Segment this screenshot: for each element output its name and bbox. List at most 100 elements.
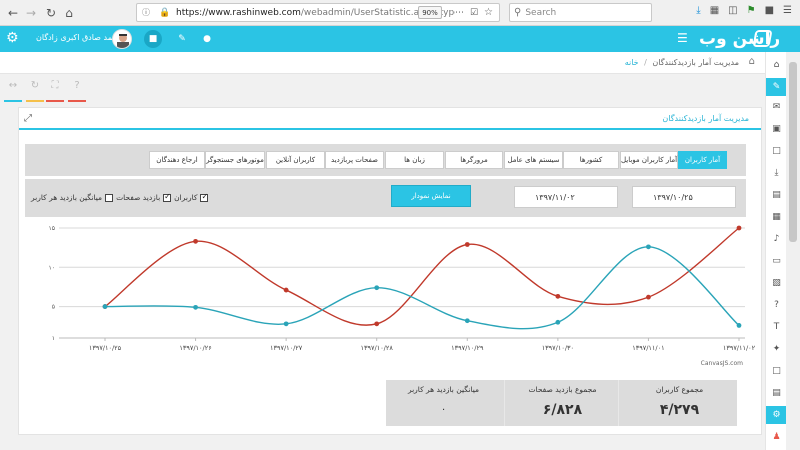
series-line-0 [104,227,740,326]
tab-mobile-users[interactable]: آمار کاربران موبایل [620,151,678,169]
data-point [193,304,198,310]
data-point [102,304,108,309]
tab-search-engines[interactable]: موتورهای جستجوگر [205,151,265,169]
tool-bar-blue [4,100,22,102]
url-bar[interactable]: ⓘ 🔒 https://www.rashinweb.com/webadmin/U… [136,3,500,22]
tab-online-users[interactable]: کاربران آنلاین [266,151,325,169]
sidebar-book-icon[interactable]: ▧ [766,274,787,292]
data-point [646,294,651,300]
tab-countries[interactable]: کشورها [563,151,619,169]
series-line-1 [104,246,740,330]
data-point [374,285,380,291]
expand-icon[interactable]: ⤢ [24,113,32,124]
tool-bar-red-2 [68,100,86,102]
messages-icon[interactable]: ■ [144,30,162,48]
sidebar-save-icon[interactable]: ▤ [766,186,787,204]
panel-tools: ↔ ↻ ⛶ ? [0,74,765,104]
x-tick-label: ۱۳۹۷/۱۰/۲۷ [270,344,303,352]
sidebar-calendar-icon[interactable]: ▦ [766,208,787,226]
avatar[interactable] [112,29,132,49]
x-tick-label: ۱۳۹۷/۱۰/۲۸ [361,344,394,352]
stat-value: ۶/۸۲۸ [542,402,583,418]
notifications-icon[interactable]: ✎ [173,30,191,48]
y-tick-label: ۵ [52,304,55,311]
back-icon[interactable]: ← [4,4,22,22]
info-icon[interactable]: ⓘ [142,7,150,18]
sidebar-text-icon[interactable]: T [766,318,787,336]
hamburger-menu-icon[interactable]: ☰ [783,5,792,16]
x-tick-label: ۱۳۹۷/۱۰/۳۰ [542,344,574,352]
data-point [464,318,470,324]
right-sidebar: ⌂ ✎ ✉ ▣ □ ⤓ ▤ ▦ ♪ ▭ ▧ ? T ✦ □ ▤ ⚙ ♟ [765,52,787,450]
checkbox-users[interactable] [200,192,209,202]
library-icon[interactable]: ▦ [710,5,719,16]
reload-icon[interactable]: ↻ [42,4,60,22]
refresh-tool-icon[interactable]: ↻ [26,80,44,102]
sidebar-user-icon[interactable]: ♟ [766,428,787,446]
sidebar-volume-icon[interactable]: ♪ [766,230,787,248]
sidebar-monitor-icon[interactable]: ▭ [766,252,787,270]
lock-icon: 🔒 [159,7,171,18]
checkbox-pageviews[interactable] [163,192,172,202]
tab-users[interactable]: آمار کاربران [678,151,727,169]
browser-toolbar: ← → ↻ ⌂ ⓘ 🔒 https://www.rashinweb.com/we… [0,0,800,26]
date-to-input[interactable]: ۱۳۹۷/۱۱/۰۲ [514,186,618,208]
tab-languages[interactable]: زبان ها [385,151,444,169]
data-point [283,321,289,327]
chart-credit[interactable]: CanvasJS.com [701,360,743,367]
more-icon[interactable]: ⋯ [455,8,464,18]
tab-operating-systems[interactable]: سیستم های عامل [504,151,563,169]
breadcrumb-home-icon[interactable]: ⌂ [749,56,755,67]
page-scrollbar[interactable] [786,52,800,450]
sidebar-doc-icon[interactable]: ▤ [766,384,787,402]
sidebar-download-icon[interactable]: ⤓ [766,164,787,182]
users-chart: ۱۵ ۱۰ ۵ ۱ ۱۳۹۷/۱۰/۲۵ ۱۳۹۷/۱۰/۲۶ ۱۳۹۷/۱۰/۲۷ ۱۳۹۷… [25,220,757,370]
app-header: ⚙ محمد صادق اکبری زادگان ■ ✎ ● ☰ راشن وب [0,26,800,52]
sidebar-pin-icon[interactable]: ✦ [766,340,787,358]
extension-flag-icon[interactable]: ⚑ [747,5,756,16]
globe-icon[interactable]: ● [198,30,216,48]
extension-icon[interactable]: ■ [765,5,774,16]
breadcrumb-home-link[interactable]: خانه [625,58,639,67]
sidebar-stats-icon[interactable]: ⚙ [766,406,787,424]
forward-icon[interactable]: → [22,4,40,22]
sidebar-home-icon[interactable]: ⌂ [766,56,787,74]
user-name[interactable]: محمد صادق اکبری زادگان [36,33,122,42]
stat-value: ۰ [440,404,447,415]
checkbox-avg[interactable] [105,193,114,202]
statistics-panel: ⤢ مدیریت آمار بازدیدکنندگان آمار کاربران… [18,107,762,435]
tab-referrers[interactable]: ارجاع دهندگان [149,151,205,169]
sidebar-edit-icon[interactable]: ✎ [766,78,787,96]
stat-label: مجموع بازدید صفحات [528,385,597,394]
tool-bar-red [46,100,64,102]
home-icon[interactable]: ⌂ [60,4,78,22]
search-placeholder: Search [525,7,557,18]
tab-top-pages[interactable]: صفحات پربازدید [325,151,384,169]
fullscreen-tool-icon[interactable]: ⛶ [46,80,64,102]
stat-value: ۴/۲۷۹ [659,402,700,418]
pocket-icon[interactable]: ☑ [470,8,478,18]
x-tick-label: ۱۳۹۷/۱۰/۲۶ [179,344,211,352]
zoom-level[interactable]: 90% [418,6,442,19]
help-tool-icon[interactable]: ? [68,80,86,102]
download-icon[interactable]: ⤓ [696,5,700,16]
sidebar-mail-icon[interactable]: ✉ [766,98,787,116]
tab-browsers[interactable]: مرورگرها [445,151,503,169]
bookmark-star-icon[interactable]: ☆ [484,7,493,18]
sidebar-page-icon[interactable]: □ [766,362,787,380]
filter-bar: ۱۳۹۷/۱۰/۲۵ ۱۳۹۷/۱۱/۰۲ نمایش نمودار میانگ… [25,179,746,217]
sidebar-toggle-icon[interactable]: ◫ [728,5,737,16]
sidebar-image-icon[interactable]: ▣ [766,120,787,138]
x-tick-label: ۱۳۹۷/۱۰/۲۵ [89,344,122,352]
y-tick-label: ۱۰ [49,264,55,271]
browser-search-input[interactable]: ⚲ Search [509,3,652,22]
scrollbar-thumb[interactable] [789,62,797,242]
show-chart-button[interactable]: نمایش نمودار [391,185,471,207]
date-from-input[interactable]: ۱۳۹۷/۱۰/۲۵ [632,186,736,208]
data-point [374,321,380,327]
gear-icon[interactable]: ⚙ [6,30,19,46]
collapse-tool-icon[interactable]: ↔ [4,80,22,102]
sidebar-file-icon[interactable]: □ [766,142,787,160]
menu-toggle-icon[interactable]: ☰ [677,31,688,45]
sidebar-question-icon[interactable]: ? [766,296,787,314]
